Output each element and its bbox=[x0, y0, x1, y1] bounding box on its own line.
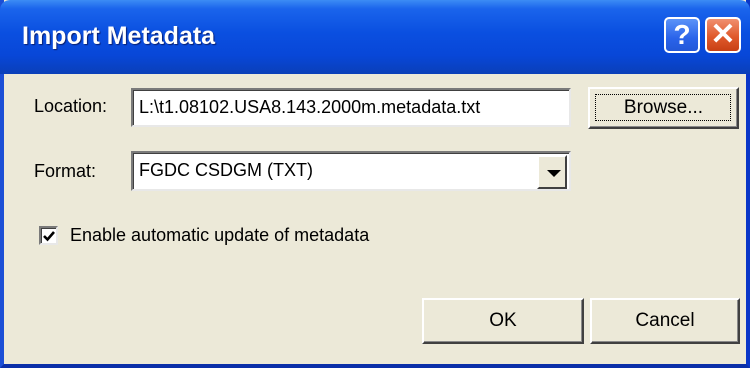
close-icon: ✕ bbox=[710, 18, 736, 51]
location-input[interactable]: L:\t1.08102.USA8.143.2000m.metadata.txt bbox=[131, 88, 571, 127]
dialog-title: Import Metadata bbox=[22, 22, 216, 50]
ok-button-label: OK bbox=[489, 310, 517, 331]
format-label: Format: bbox=[34, 161, 97, 181]
format-value: FGDC CSDGM (TXT) bbox=[139, 160, 313, 180]
title-bar[interactable]: Import Metadata ? ✕ bbox=[0, 0, 750, 74]
auto-update-label[interactable]: Enable automatic update of metadata bbox=[70, 225, 369, 246]
cancel-button-label: Cancel bbox=[635, 310, 695, 331]
format-select[interactable]: FGDC CSDGM (TXT) bbox=[131, 151, 571, 191]
import-metadata-dialog: Import Metadata ? ✕ Location: L:\t1.0810… bbox=[0, 0, 750, 368]
ok-button[interactable]: OK bbox=[422, 298, 584, 344]
help-icon: ? bbox=[673, 19, 691, 50]
auto-update-checkbox[interactable] bbox=[39, 226, 58, 245]
close-button[interactable]: ✕ bbox=[705, 17, 741, 53]
help-button[interactable]: ? bbox=[664, 17, 700, 53]
browse-button[interactable]: Browse... bbox=[588, 87, 739, 129]
browse-button-label: Browse... bbox=[623, 97, 704, 118]
checkmark-icon bbox=[43, 231, 55, 242]
location-label: Location: bbox=[34, 96, 108, 116]
dropdown-arrow-icon[interactable] bbox=[537, 155, 567, 189]
cancel-button[interactable]: Cancel bbox=[590, 298, 740, 344]
location-value: L:\t1.08102.USA8.143.2000m.metadata.txt bbox=[139, 97, 481, 117]
